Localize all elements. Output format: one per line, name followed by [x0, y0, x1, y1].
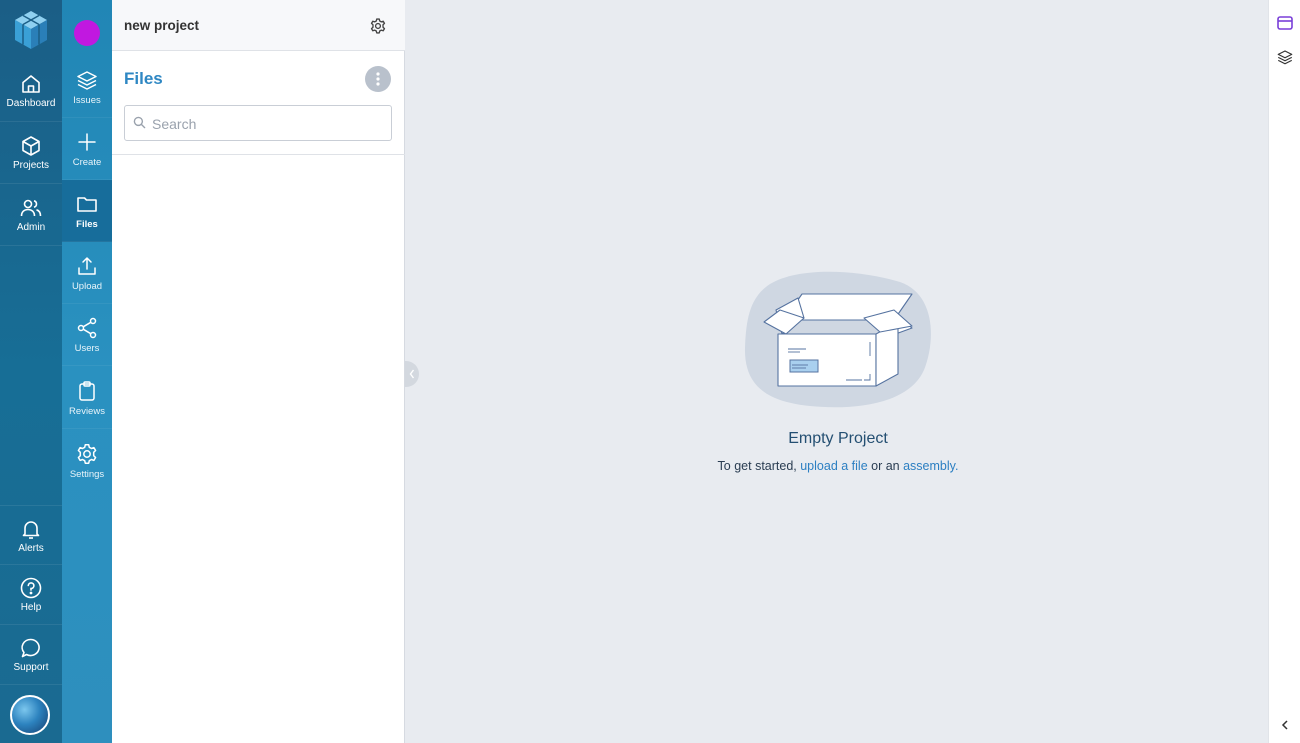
right-tool-rail	[1268, 0, 1300, 743]
collapse-panel-button[interactable]	[405, 361, 419, 387]
layers-icon	[77, 70, 97, 90]
nav-users[interactable]: Users	[62, 304, 112, 366]
folder-icon	[77, 196, 97, 212]
nav-label: Issues	[73, 94, 101, 106]
panel-divider	[112, 154, 405, 155]
nav-files[interactable]: Files	[62, 180, 112, 242]
clipboard-icon	[79, 380, 95, 401]
nav-support[interactable]: Support	[0, 625, 62, 685]
search-icon	[133, 116, 146, 129]
empty-middle: or an	[867, 459, 904, 473]
search-input[interactable]	[152, 114, 382, 134]
panel-header: new project	[112, 0, 405, 51]
nav-label: Help	[20, 602, 42, 613]
user-avatar[interactable]	[10, 695, 50, 735]
nav-label: Settings	[69, 469, 105, 480]
nav-label: Admin	[16, 222, 46, 233]
nav-label: Upload	[71, 280, 103, 292]
project-name: new project	[124, 18, 200, 33]
upload-icon	[78, 256, 96, 275]
files-panel: new project Files	[112, 0, 405, 743]
secondary-nav-rail: Issues Create Files Upload Users Reviews…	[62, 0, 112, 743]
nav-projects[interactable]: Projects	[0, 122, 62, 184]
logo-icon	[15, 11, 47, 49]
nav-label: Files	[76, 218, 98, 230]
layers-icon[interactable]	[1276, 48, 1294, 66]
cube-icon	[22, 136, 40, 156]
bell-icon	[22, 520, 40, 539]
users-icon	[20, 199, 42, 217]
nav-label: Support	[13, 662, 49, 673]
plus-icon	[78, 132, 96, 151]
nav-label: Users	[74, 342, 100, 354]
nav-admin[interactable]: Admin	[0, 184, 62, 246]
nav-label: Create	[72, 156, 102, 168]
nav-alerts[interactable]: Alerts	[0, 505, 62, 565]
empty-state-title: Empty Project	[788, 430, 888, 447]
nav-label: Alerts	[18, 542, 44, 554]
nav-label: Projects	[12, 160, 50, 171]
nav-reviews[interactable]: Reviews	[62, 367, 112, 429]
window-icon[interactable]	[1276, 14, 1294, 32]
empty-box-illustration	[744, 271, 931, 408]
nav-upload[interactable]: Upload	[62, 242, 112, 304]
chevron-left-icon	[409, 369, 415, 379]
question-icon	[20, 577, 42, 599]
project-color-dot[interactable]	[74, 20, 100, 46]
nav-help[interactable]: Help	[0, 565, 62, 625]
empty-prefix: To get started,	[717, 459, 801, 473]
chevron-left-icon[interactable]	[1276, 716, 1294, 734]
project-settings-icon[interactable]	[369, 17, 387, 35]
nav-label: Reviews	[69, 405, 105, 417]
gear-icon	[77, 444, 97, 464]
home-icon	[22, 75, 40, 93]
empty-state-message: To get started, upload a file or an asse…	[668, 459, 1008, 473]
app-logo[interactable]	[0, 0, 62, 60]
assembly-link[interactable]: assembly.	[903, 459, 958, 473]
nav-settings[interactable]: Settings	[62, 430, 112, 492]
nav-create[interactable]: Create	[62, 118, 112, 180]
primary-nav-rail: Dashboard Projects Admin Alerts Help Sup…	[0, 0, 62, 743]
nav-label: Dashboard	[6, 98, 56, 109]
more-options-button[interactable]	[365, 66, 391, 92]
panel-title: Files	[124, 69, 163, 88]
kebab-icon	[376, 72, 380, 86]
search-box	[124, 105, 392, 141]
share-icon	[77, 317, 97, 338]
chat-icon	[21, 638, 40, 658]
nav-dashboard[interactable]: Dashboard	[0, 60, 62, 122]
nav-issues[interactable]: Issues	[62, 56, 112, 118]
upload-file-link[interactable]: upload a file	[800, 459, 867, 473]
